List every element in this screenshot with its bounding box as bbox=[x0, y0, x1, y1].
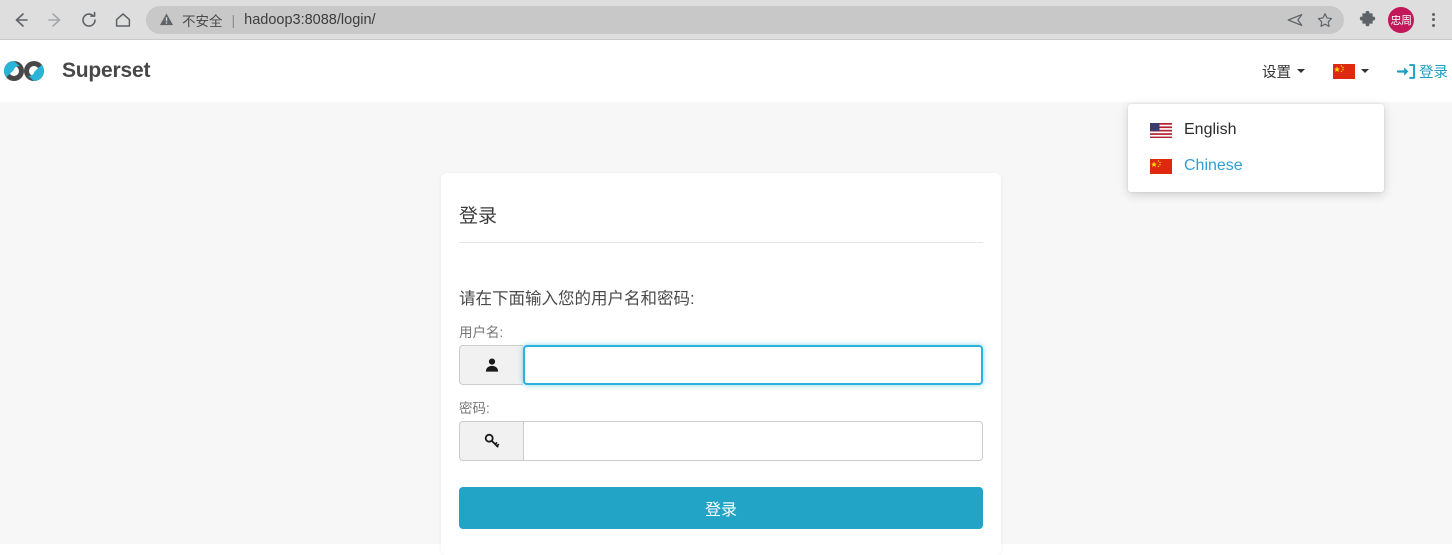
address-bar-actions bbox=[1280, 6, 1340, 34]
superset-logo-icon bbox=[3, 60, 45, 82]
username-addon bbox=[459, 345, 523, 385]
chevron-down-icon bbox=[1361, 69, 1369, 73]
us-flag-icon bbox=[1150, 122, 1172, 138]
puzzle-piece-icon bbox=[1359, 10, 1375, 27]
kebab-dot bbox=[1431, 12, 1435, 16]
username-input-group[interactable] bbox=[459, 345, 983, 385]
password-label: 密码: bbox=[459, 401, 490, 416]
browser-menu-button[interactable] bbox=[1420, 5, 1446, 35]
home-icon bbox=[115, 12, 131, 27]
kebab-dot bbox=[1431, 23, 1435, 27]
cn-flag-icon bbox=[1150, 158, 1172, 174]
language-option-chinese[interactable]: Chinese bbox=[1128, 148, 1384, 184]
sign-in-icon bbox=[1397, 63, 1415, 79]
share-button[interactable] bbox=[1280, 6, 1310, 34]
reload-button[interactable] bbox=[72, 3, 106, 37]
address-bar[interactable]: 不安全 | hadoop3:8088/login/ bbox=[146, 5, 1344, 34]
language-option-label: Chinese bbox=[1184, 157, 1243, 174]
language-dropdown-menu: English Chinese bbox=[1128, 104, 1384, 192]
chevron-down-icon bbox=[1297, 69, 1305, 73]
nav-settings[interactable]: 设置 bbox=[1248, 53, 1319, 90]
brand-name: Superset bbox=[62, 59, 151, 82]
cn-flag-icon bbox=[1333, 63, 1355, 79]
key-icon bbox=[484, 433, 499, 448]
header-nav: 设置 登录 bbox=[1248, 53, 1452, 90]
kebab-dot bbox=[1431, 18, 1435, 21]
username-label: 用户名: bbox=[459, 325, 504, 340]
nav-login-label: 登录 bbox=[1419, 64, 1448, 81]
send-icon bbox=[1287, 13, 1303, 26]
password-addon bbox=[459, 421, 523, 461]
login-intro-text: 请在下面输入您的用户名和密码: bbox=[459, 290, 695, 308]
forward-arrow-icon bbox=[48, 12, 61, 27]
star-icon bbox=[1317, 12, 1333, 27]
forward-button[interactable] bbox=[38, 3, 72, 37]
user-icon bbox=[485, 358, 498, 372]
language-option-label: English bbox=[1184, 121, 1237, 138]
nav-language-selector[interactable] bbox=[1319, 56, 1383, 87]
nav-login[interactable]: 登录 bbox=[1383, 53, 1448, 90]
not-secure-warning-icon[interactable] bbox=[159, 12, 174, 27]
security-status-text: 不安全 bbox=[182, 13, 223, 29]
reload-icon bbox=[82, 11, 96, 27]
nav-settings-label: 设置 bbox=[1262, 64, 1291, 81]
login-form: 请在下面输入您的用户名和密码: 用户名: 密码: 登录 bbox=[459, 243, 983, 529]
password-input[interactable] bbox=[523, 421, 983, 461]
app-header: Superset 设置 登录 bbox=[0, 40, 1452, 102]
bookmark-button[interactable] bbox=[1310, 6, 1340, 34]
profile-avatar[interactable]: 忠周 bbox=[1388, 6, 1414, 33]
url-text: hadoop3:8088/login/ bbox=[244, 11, 376, 28]
extensions-button[interactable] bbox=[1352, 5, 1382, 35]
password-input-group[interactable] bbox=[459, 421, 983, 461]
home-button[interactable] bbox=[106, 3, 140, 37]
login-card-title: 登录 bbox=[459, 195, 983, 243]
back-arrow-icon bbox=[15, 12, 28, 27]
address-bar-content[interactable]: 不安全 | hadoop3:8088/login/ bbox=[146, 10, 1280, 30]
back-button[interactable] bbox=[4, 3, 38, 37]
brand[interactable]: Superset bbox=[0, 55, 150, 87]
address-separator: | bbox=[231, 11, 236, 28]
browser-toolbar: 不安全 | hadoop3:8088/login/ 忠周 bbox=[0, 0, 1452, 40]
login-submit-button[interactable]: 登录 bbox=[459, 487, 983, 529]
browser-actions: 忠周 bbox=[1352, 5, 1452, 35]
login-card: 登录 请在下面输入您的用户名和密码: 用户名: 密码: 登录 bbox=[441, 173, 1001, 555]
username-input[interactable] bbox=[523, 345, 983, 385]
language-option-english[interactable]: English bbox=[1128, 112, 1384, 148]
